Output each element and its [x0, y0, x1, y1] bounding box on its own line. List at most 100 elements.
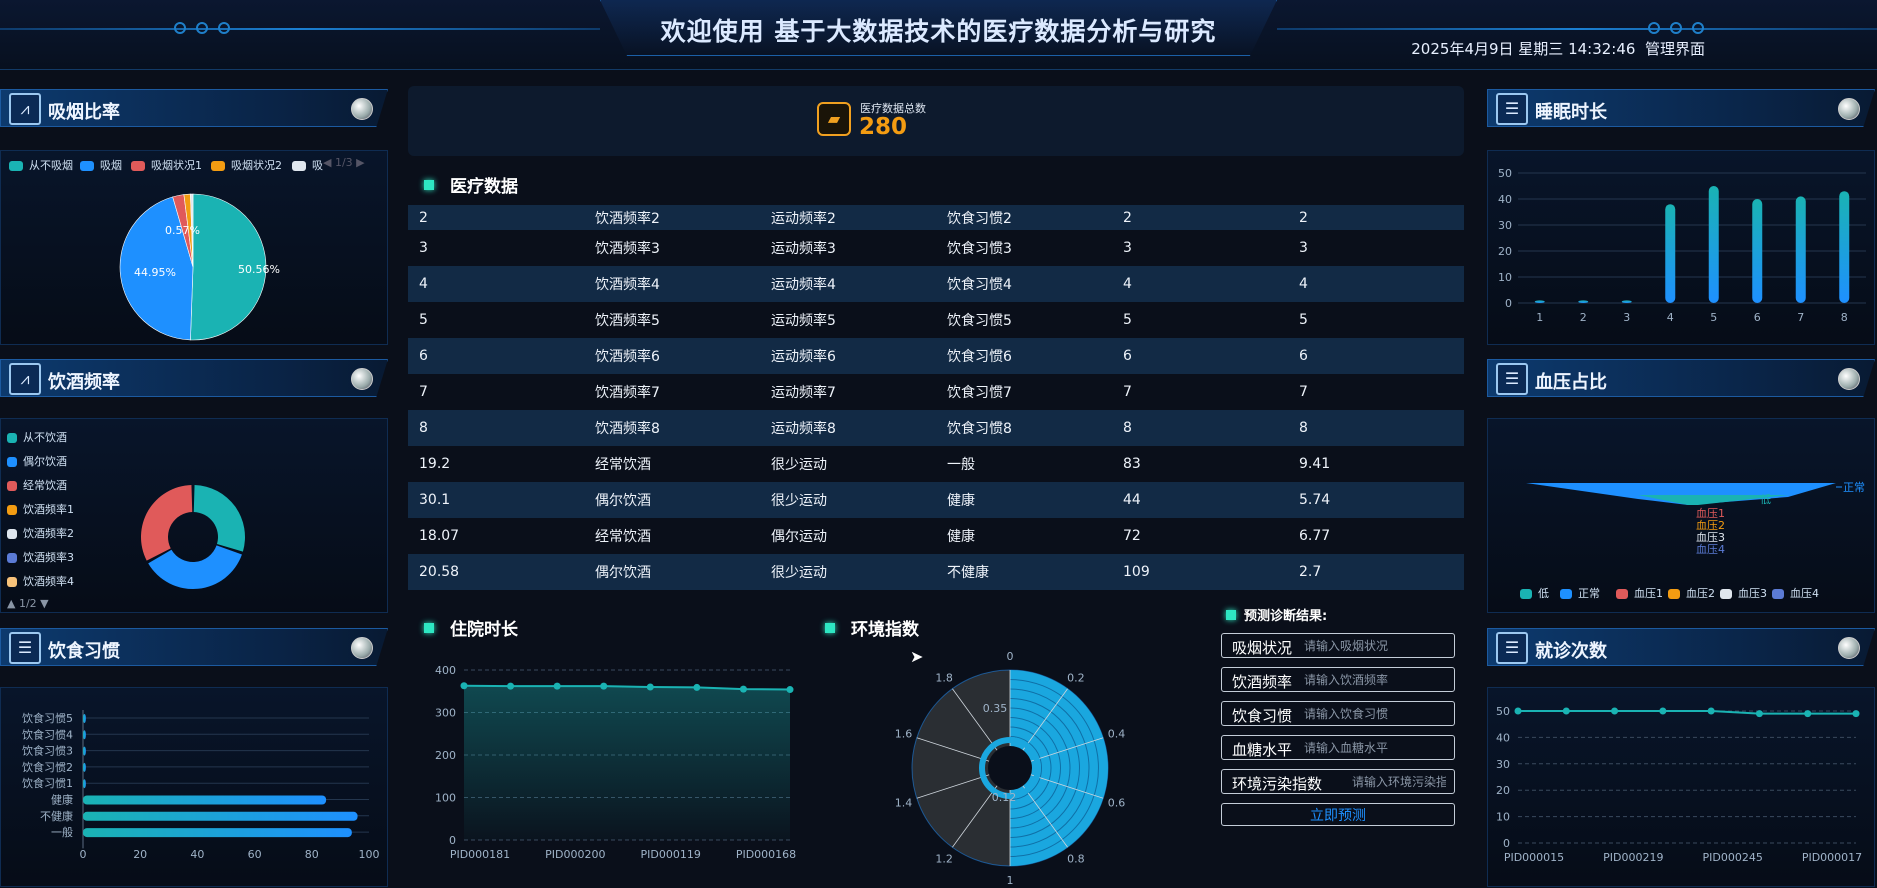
field-label: 血糖水平: [1232, 741, 1293, 759]
legend-label: 血压3: [1738, 587, 1767, 600]
panel-title-drinking: 饮酒频率: [48, 372, 120, 393]
data-point[interactable]: [1659, 707, 1667, 715]
data-point[interactable]: [646, 683, 654, 691]
data-point[interactable]: [1611, 707, 1619, 715]
bar[interactable]: [1534, 300, 1545, 303]
table-row[interactable]: 5 饮酒频率5 运动频率5 饮食习惯5 5 5: [408, 302, 1464, 338]
legend-item[interactable]: 正常: [1560, 585, 1600, 601]
list-icon: ☰: [1496, 363, 1528, 395]
legend-item[interactable]: 血压1: [1616, 585, 1663, 601]
data-point[interactable]: [507, 682, 515, 690]
data-point[interactable]: [1514, 707, 1522, 715]
settings-knob-icon[interactable]: [351, 637, 373, 659]
table-row[interactable]: 18.07 经常饮酒 偶尔运动 健康 72 6.77: [408, 518, 1464, 554]
bar[interactable]: [83, 795, 327, 805]
table-cell: 83: [1123, 456, 1141, 472]
table-row[interactable]: 4 饮酒频率4 运动频率4 饮食习惯4 4 4: [408, 266, 1464, 302]
data-point[interactable]: [1707, 707, 1715, 715]
bar[interactable]: [1578, 300, 1589, 303]
legend-item[interactable]: 血压2: [1668, 585, 1715, 601]
table-row[interactable]: 6 饮酒频率6 运动频率6 饮食习惯6 6 6: [408, 338, 1464, 374]
data-point[interactable]: [460, 682, 468, 690]
polar-tick-label: 0.2: [1067, 671, 1085, 684]
panel-body-bp: 正常 低 血压1 血压2 血压3 血压4 低正常 血压1 血压2 血压3 血压4: [1487, 418, 1875, 613]
funnel-label: 血压2: [1696, 518, 1725, 532]
funnel-label: 血压1: [1696, 506, 1725, 520]
table-row[interactable]: 19.2 经常饮酒 很少运动 一般 83 9.41: [408, 446, 1464, 482]
data-point[interactable]: [553, 682, 561, 690]
polar-tick-label: 0.4: [1108, 727, 1126, 740]
panel-body-diet: 0 20 40 60 80 100 饮食习惯5 饮食习惯4 饮食习惯3 饮食习惯2 饮食习惯1 健康不…: [0, 687, 388, 887]
table-cell: 经常饮酒: [595, 529, 651, 545]
legend-label: 低: [1538, 587, 1549, 600]
bar[interactable]: [1795, 196, 1806, 303]
y-tick-label: 300: [435, 707, 456, 720]
bar[interactable]: [83, 714, 86, 723]
table-cell: 30.1: [408, 482, 584, 518]
legend-swatch: [1520, 589, 1532, 599]
data-point[interactable]: [1852, 710, 1860, 718]
table-row[interactable]: 7 饮酒频率7 运动频率7 饮食习惯7 7 7: [408, 374, 1464, 410]
bar[interactable]: [83, 828, 352, 838]
bar[interactable]: [83, 730, 86, 740]
data-point[interactable]: [1562, 707, 1570, 715]
data-point[interactable]: [786, 686, 794, 694]
data-point[interactable]: [600, 682, 608, 690]
y-tick-label: 一般: [51, 826, 73, 839]
bar[interactable]: [83, 762, 86, 772]
donut-slice[interactable]: [141, 485, 193, 561]
legend-item[interactable]: 低: [1520, 585, 1549, 601]
admin-link[interactable]: 管理界面: [1645, 40, 1705, 58]
table-cell: 7: [1123, 384, 1132, 400]
settings-knob-icon[interactable]: [351, 368, 373, 390]
field-input[interactable]: [1304, 636, 1446, 656]
bar[interactable]: [83, 811, 358, 821]
predict-field: 环境污染指数: [1221, 769, 1455, 794]
bar[interactable]: [1708, 186, 1719, 303]
table-row[interactable]: 20.58 偶尔饮酒 很少运动 不健康 109 2.7: [408, 554, 1464, 590]
data-point[interactable]: [739, 685, 747, 693]
legend-item[interactable]: 血压3: [1720, 585, 1767, 601]
legend-item[interactable]: 血压4: [1772, 585, 1819, 601]
table-row[interactable]: 3 饮酒频率3 运动频率3 饮食习惯3 3 3: [408, 230, 1464, 266]
y-tick-label: 饮食习惯1: [22, 776, 73, 790]
field-input[interactable]: [1352, 772, 1446, 792]
data-point[interactable]: [1804, 710, 1812, 718]
diet-bar-chart: 0 20 40 60 80 100 饮食习惯5 饮食习惯4 饮食习惯3 饮食习惯2 饮食习惯1 健康不…: [22, 710, 380, 861]
y-tick-label: 20: [1496, 784, 1510, 797]
settings-knob-icon[interactable]: [351, 98, 373, 120]
hospital-line-chart: 0 100 200 300 400 PID000181 PID000200 PID000119…: [435, 664, 796, 861]
field-input[interactable]: [1304, 738, 1446, 758]
table-row[interactable]: 2 饮酒频率2 运动频率2 饮食习惯2 2 2: [408, 205, 1464, 230]
polar-tick-label: 1.6: [895, 727, 913, 740]
x-tick-label: PID000119: [640, 848, 700, 861]
bar[interactable]: [83, 746, 86, 756]
settings-knob-icon[interactable]: [1838, 368, 1860, 390]
table-cell: 6: [1112, 338, 1288, 374]
table-cell: 109: [1112, 554, 1288, 590]
data-point[interactable]: [693, 683, 701, 691]
total-stat-card: ▰ 医疗数据总数 280: [408, 86, 1464, 156]
smoking-pie-chart: 50.56% 44.95% 0.57%: [119, 193, 280, 341]
settings-knob-icon[interactable]: [1838, 637, 1860, 659]
predict-field: 吸烟状况: [1221, 633, 1455, 658]
panel-body-drinking: 从不饮酒 偶尔饮酒 经常饮酒 饮酒频率1 饮酒频率2 饮酒频率3 饮酒频率4 ▲ 1/2 ▼: [0, 418, 388, 613]
table-row[interactable]: 30.1 偶尔饮酒 很少运动 健康 44 5.74: [408, 482, 1464, 518]
bar[interactable]: [1665, 204, 1676, 303]
legend-swatch: [1560, 589, 1572, 599]
polar-inner-label: 0.35: [983, 702, 1008, 715]
bar[interactable]: [1621, 300, 1632, 303]
predict-button[interactable]: 立即预测: [1221, 803, 1455, 826]
field-input[interactable]: [1304, 670, 1446, 690]
field-input[interactable]: [1304, 704, 1446, 724]
donut-slice[interactable]: [193, 485, 245, 552]
sleep-bar-chart: 0 10 20 30 40 50 1 2 3 4 5 6 7 8: [1498, 167, 1866, 324]
data-point[interactable]: [1755, 710, 1763, 718]
bar[interactable]: [1752, 199, 1763, 303]
table-row[interactable]: 8 饮酒频率8 运动频率8 饮食习惯8 8 8: [408, 410, 1464, 446]
settings-knob-icon[interactable]: [1838, 98, 1860, 120]
table-cell: 5: [1299, 312, 1308, 328]
bar[interactable]: [1839, 191, 1850, 303]
bar[interactable]: [83, 779, 86, 789]
field-label: 吸烟状况: [1232, 639, 1293, 657]
